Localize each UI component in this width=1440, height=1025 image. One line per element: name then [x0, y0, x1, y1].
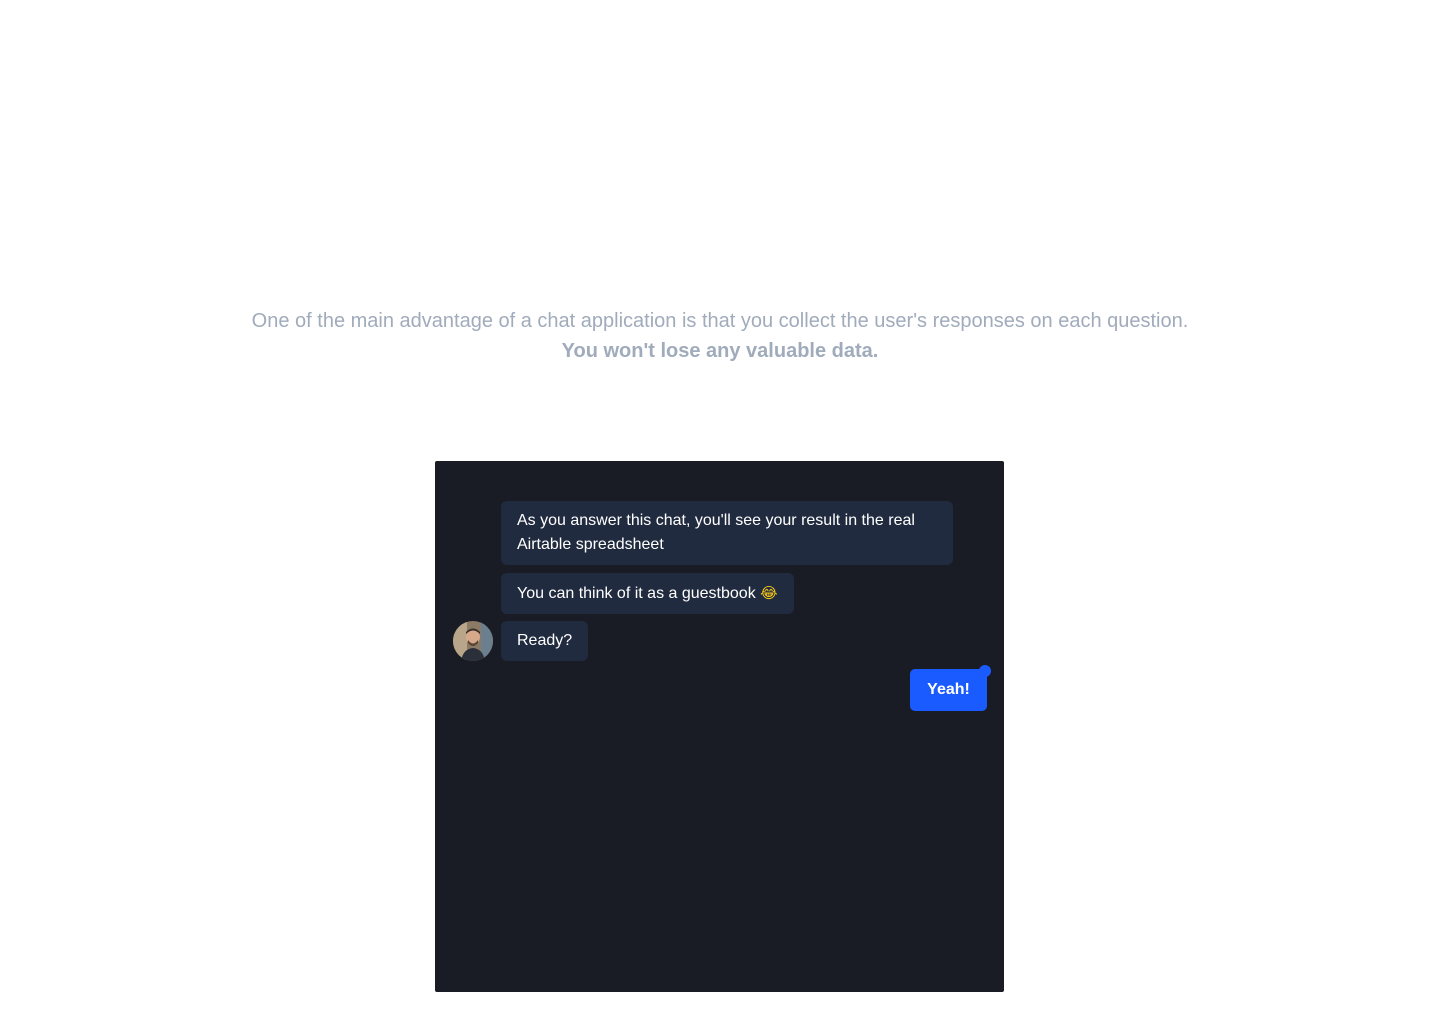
bot-message: Ready? [501, 621, 589, 661]
bot-message-text: Ready? [517, 632, 573, 649]
notification-dot [979, 665, 991, 677]
bot-message-text: As you answer this chat, you'll see your… [517, 512, 915, 553]
intro-emphasis: You won't lose any valuable data. [561, 340, 879, 362]
bot-message: As you answer this chat, you'll see your… [501, 501, 953, 565]
bot-message: You can think of it as a guestbook 😂 [501, 573, 794, 614]
avatar-photo [453, 621, 493, 661]
intro-line: One of the main advantage of a chat appl… [251, 310, 1189, 332]
bot-message-text: You can think of it as a guestbook [517, 585, 756, 602]
intro-text: One of the main advantage of a chat appl… [0, 306, 1440, 366]
chat-window: As you answer this chat, you'll see your… [435, 461, 1004, 992]
bot-avatar [453, 621, 493, 661]
reply-button[interactable]: Yeah! [910, 669, 987, 711]
laughing-emoji-icon: 😂 [760, 584, 778, 602]
page: One of the main advantage of a chat appl… [0, 0, 1440, 1025]
